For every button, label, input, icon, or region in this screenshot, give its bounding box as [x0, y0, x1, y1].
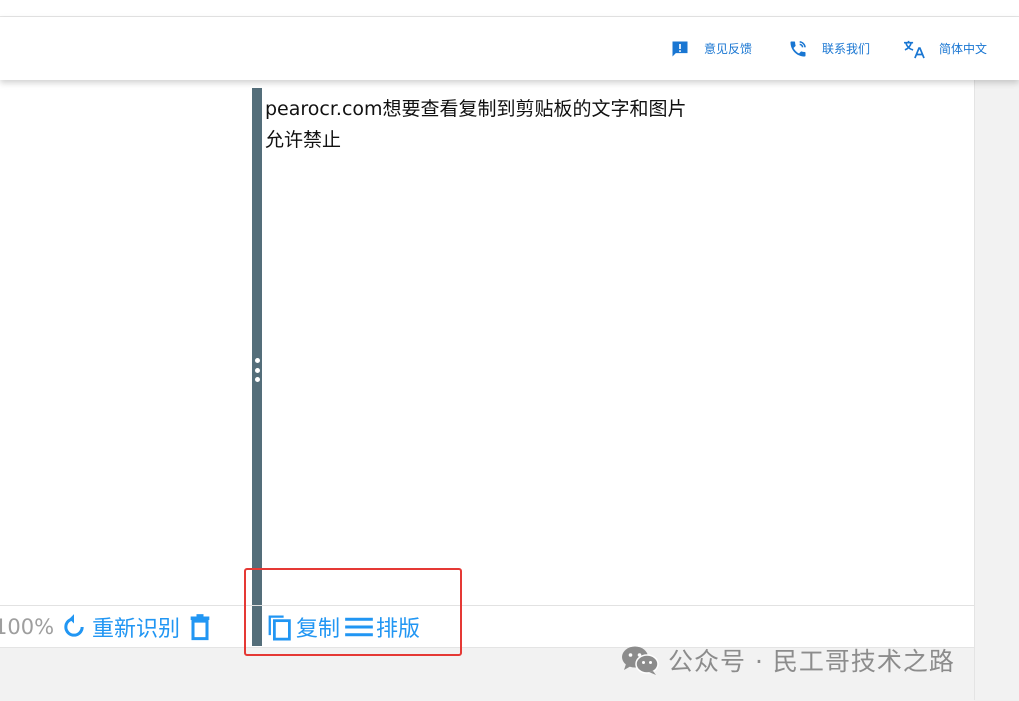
- layout-button[interactable]: 排版: [344, 611, 420, 643]
- copy-button[interactable]: 复制: [265, 611, 340, 643]
- main-panel: pearocr.com想要查看复制到剪贴板的文字和图片 允许禁止 100% 重新…: [0, 80, 974, 647]
- result-line: 允许禁止: [265, 129, 342, 151]
- copy-icon: [268, 615, 291, 641]
- phone-wifi-icon: [790, 40, 806, 56]
- result-toolbar: 复制 排版: [265, 607, 420, 647]
- rerecognize-button[interactable]: 重新识别: [60, 611, 180, 643]
- language-switch[interactable]: 简体中文: [903, 17, 987, 80]
- contact-label: 联系我们: [822, 42, 871, 56]
- feedback-link[interactable]: 意见反馈: [670, 17, 752, 80]
- splitter-handle[interactable]: [254, 358, 260, 382]
- delete-button[interactable]: [188, 613, 212, 641]
- rerecognize-label: 重新识别: [92, 617, 181, 642]
- watermark: 公众号 · 民工哥技术之路: [620, 640, 955, 680]
- browser-top-strip: [0, 0, 1019, 17]
- app-header: 意见反馈 联系我们 简体中文: [0, 17, 1019, 80]
- contact-link[interactable]: 联系我们: [788, 17, 870, 80]
- ocr-result-text[interactable]: pearocr.com想要查看复制到剪贴板的文字和图片 允许禁止: [265, 94, 965, 156]
- right-gutter: [974, 80, 1019, 700]
- feedback-label: 意见反馈: [704, 42, 753, 56]
- refresh-icon: [64, 614, 84, 637]
- wechat-icon: [622, 646, 659, 675]
- trash-icon: [190, 614, 210, 641]
- copy-label: 复制: [296, 617, 341, 642]
- layout-label: 排版: [376, 617, 421, 642]
- zoom-level: 100%: [0, 615, 55, 639]
- translate-icon: [904, 40, 925, 58]
- feedback-icon: [672, 41, 688, 56]
- image-preview-pane: [0, 80, 252, 647]
- pane-splitter[interactable]: [252, 88, 262, 646]
- image-toolbar: 100% 重新识别: [0, 607, 252, 647]
- watermark-text: 公众号 · 民工哥技术之路: [668, 647, 955, 676]
- toolbar-divider: [0, 605, 974, 606]
- menu-lines-icon: [345, 617, 373, 637]
- result-line: pearocr.com想要查看复制到剪贴板的文字和图片: [265, 98, 687, 120]
- language-label: 简体中文: [939, 42, 988, 56]
